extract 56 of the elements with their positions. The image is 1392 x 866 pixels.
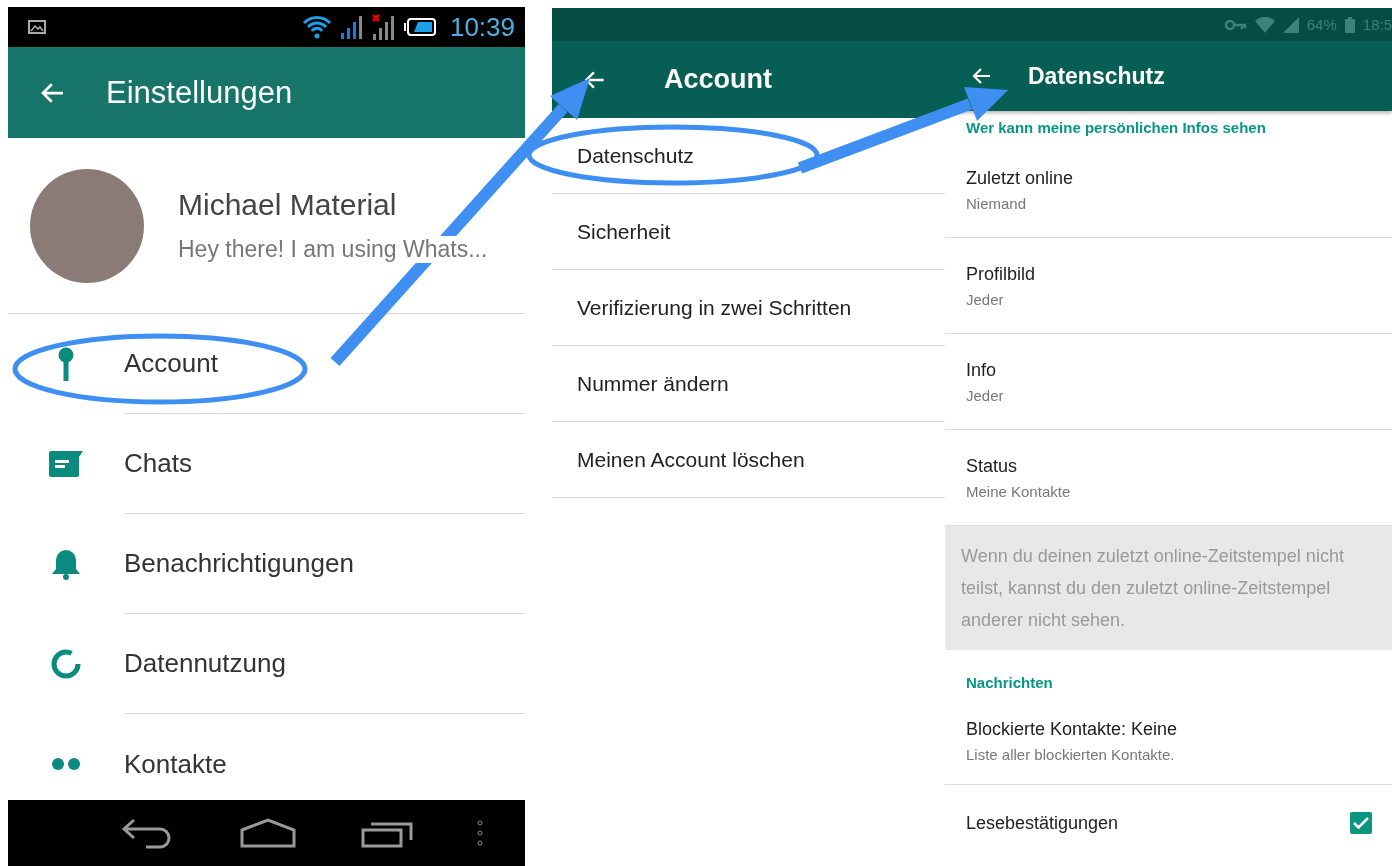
bell-icon [52, 548, 80, 580]
setting-row[interactable]: Info Jeder [945, 334, 1392, 430]
settings-item[interactable]: Account [124, 348, 218, 379]
setting-row[interactable]: Profilbild Jeder [945, 238, 1392, 334]
setting-value: Meine Kontakte [966, 482, 1072, 500]
wifi-icon [1254, 16, 1275, 33]
wifi-icon [301, 15, 332, 39]
profile-row[interactable]: Michael Material Hey there! I am using Whats... [8, 138, 525, 314]
settings-item[interactable]: Kontakte [124, 748, 227, 780]
settings-item[interactable]: Chats [124, 448, 192, 479]
setting-title: Status [966, 455, 1019, 477]
setting-value: Liste aller blockierten Kontakte. [966, 745, 1176, 763]
screen-title: Datenschutz [1028, 62, 1165, 90]
signal-icon [1282, 16, 1299, 33]
battery-icon [403, 18, 436, 36]
battery-icon [1344, 16, 1355, 33]
menu-dots-icon[interactable] [476, 819, 483, 847]
battery-percent: 64% [1306, 16, 1337, 33]
home-icon[interactable] [240, 818, 297, 848]
setting-row[interactable]: Blockierte Kontakte: Keine Liste aller blockierten Kontakte. [945, 697, 1392, 785]
key-icon [58, 347, 74, 381]
section-header: Wer kann meine persönlichen Infos sehen [965, 118, 1267, 138]
screen-title: Account [664, 64, 772, 95]
clock-time: 18:5 [1362, 16, 1392, 33]
checkbox-row[interactable]: Lesebestätigungen [945, 785, 1392, 861]
screen-title: Einstellungen [106, 74, 293, 111]
section-header: Nachrichten [965, 673, 1054, 693]
profile-status: Hey there! I am using Whats... [178, 236, 488, 263]
info-note: Wenn du deinen zuletzt online-Zeitstempel nicht teilst, kannst du den zuletzt online-Zeitstempel anderer nicht sehen. [945, 526, 1392, 650]
menu-item[interactable]: Datenschutz [552, 118, 945, 194]
setting-title: Profilbild [966, 263, 1037, 285]
menu-item[interactable]: Meinen Account löschen [552, 422, 945, 498]
menu-item[interactable]: Nummer ändern [552, 346, 945, 422]
no-signal-icon [371, 14, 396, 40]
setting-value: Niemand [966, 194, 1028, 212]
profile-name: Michael Material [178, 188, 398, 222]
settings-item[interactable]: Benachrichtigungen [124, 548, 354, 579]
setting-title: Zuletzt online [966, 167, 1075, 189]
setting-title: Info [966, 359, 998, 381]
contacts-icon [52, 758, 80, 770]
image-icon [28, 20, 46, 34]
signal-icon [339, 15, 364, 39]
key-icon [1224, 18, 1247, 31]
data-usage-icon [50, 648, 82, 680]
setting-value: Jeder [966, 386, 1005, 404]
menu-item[interactable]: Sicherheit [552, 194, 945, 270]
setting-title: Lesebestätigungen [966, 812, 1120, 834]
settings-item[interactable]: Datennutzung [124, 648, 286, 679]
setting-title: Blockierte Kontakte: Keine [966, 718, 1179, 740]
chat-icon [49, 451, 83, 477]
menu-item[interactable]: Verifizierung in zwei Schritten [552, 270, 945, 346]
clock-time: 10:39 [449, 11, 515, 43]
checkbox[interactable] [1350, 812, 1372, 834]
setting-row[interactable]: Zuletzt online Niemand [945, 142, 1392, 238]
setting-value: Jeder [966, 290, 1005, 308]
check-icon [1353, 817, 1369, 829]
